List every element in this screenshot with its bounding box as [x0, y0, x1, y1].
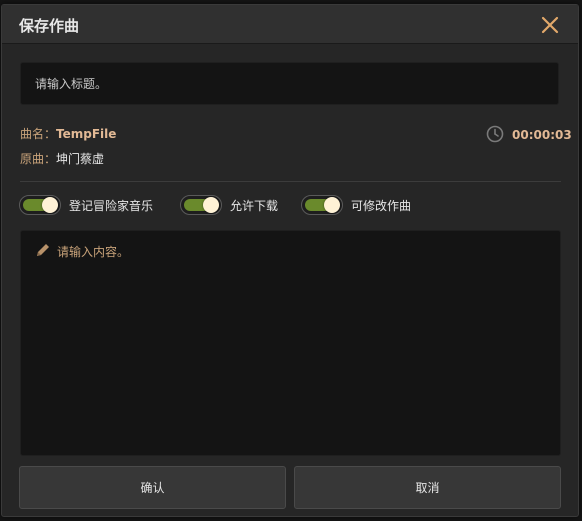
song-name-label: 曲名： — [20, 127, 57, 141]
toggle-switch[interactable] — [180, 195, 222, 215]
content-textarea[interactable]: 请输入内容。 — [20, 230, 561, 456]
pencil-icon — [35, 242, 51, 261]
toggle-knob — [42, 197, 58, 213]
original-song-label: 原曲： — [20, 152, 57, 166]
toggle-allow-edit[interactable]: 可修改作曲 — [301, 195, 411, 215]
original-song-row: 原曲：坤门蔡虚 — [20, 150, 104, 167]
toggle-label: 可修改作曲 — [351, 198, 412, 213]
divider — [20, 181, 561, 182]
toggle-allow-download[interactable]: 允许下载 — [180, 195, 278, 215]
clock-icon — [486, 125, 504, 146]
toggle-register-adventurer-music[interactable]: 登记冒险家音乐 — [19, 195, 153, 215]
title-input[interactable] — [20, 62, 559, 105]
toggle-knob — [203, 197, 219, 213]
content-placeholder-text: 请输入内容。 — [57, 245, 130, 259]
toggle-switch[interactable] — [301, 195, 343, 215]
toggle-label: 允许下载 — [230, 198, 279, 213]
save-composition-dialog: 保存作曲 曲名：TempFile 原曲：坤门蔡虚 00:00:03 — [1, 4, 579, 517]
song-name-row: 曲名：TempFile — [20, 125, 116, 142]
cancel-button[interactable]: 取消 — [294, 466, 561, 509]
content-placeholder: 请输入内容。 — [35, 242, 129, 261]
toggle-switch[interactable] — [19, 195, 61, 215]
toggle-label: 登记冒险家音乐 — [69, 198, 154, 213]
confirm-button[interactable]: 确认 — [19, 466, 286, 509]
toggle-knob — [324, 197, 340, 213]
original-song-value: 坤门蔡虚 — [56, 152, 105, 166]
song-name-value: TempFile — [56, 127, 117, 141]
duration-value: 00:00:03 — [512, 128, 572, 142]
dialog-titlebar: 保存作曲 — [2, 5, 578, 44]
duration-display: 00:00:03 — [486, 125, 572, 146]
dialog-title: 保存作曲 — [19, 17, 80, 35]
close-icon[interactable] — [539, 14, 561, 36]
